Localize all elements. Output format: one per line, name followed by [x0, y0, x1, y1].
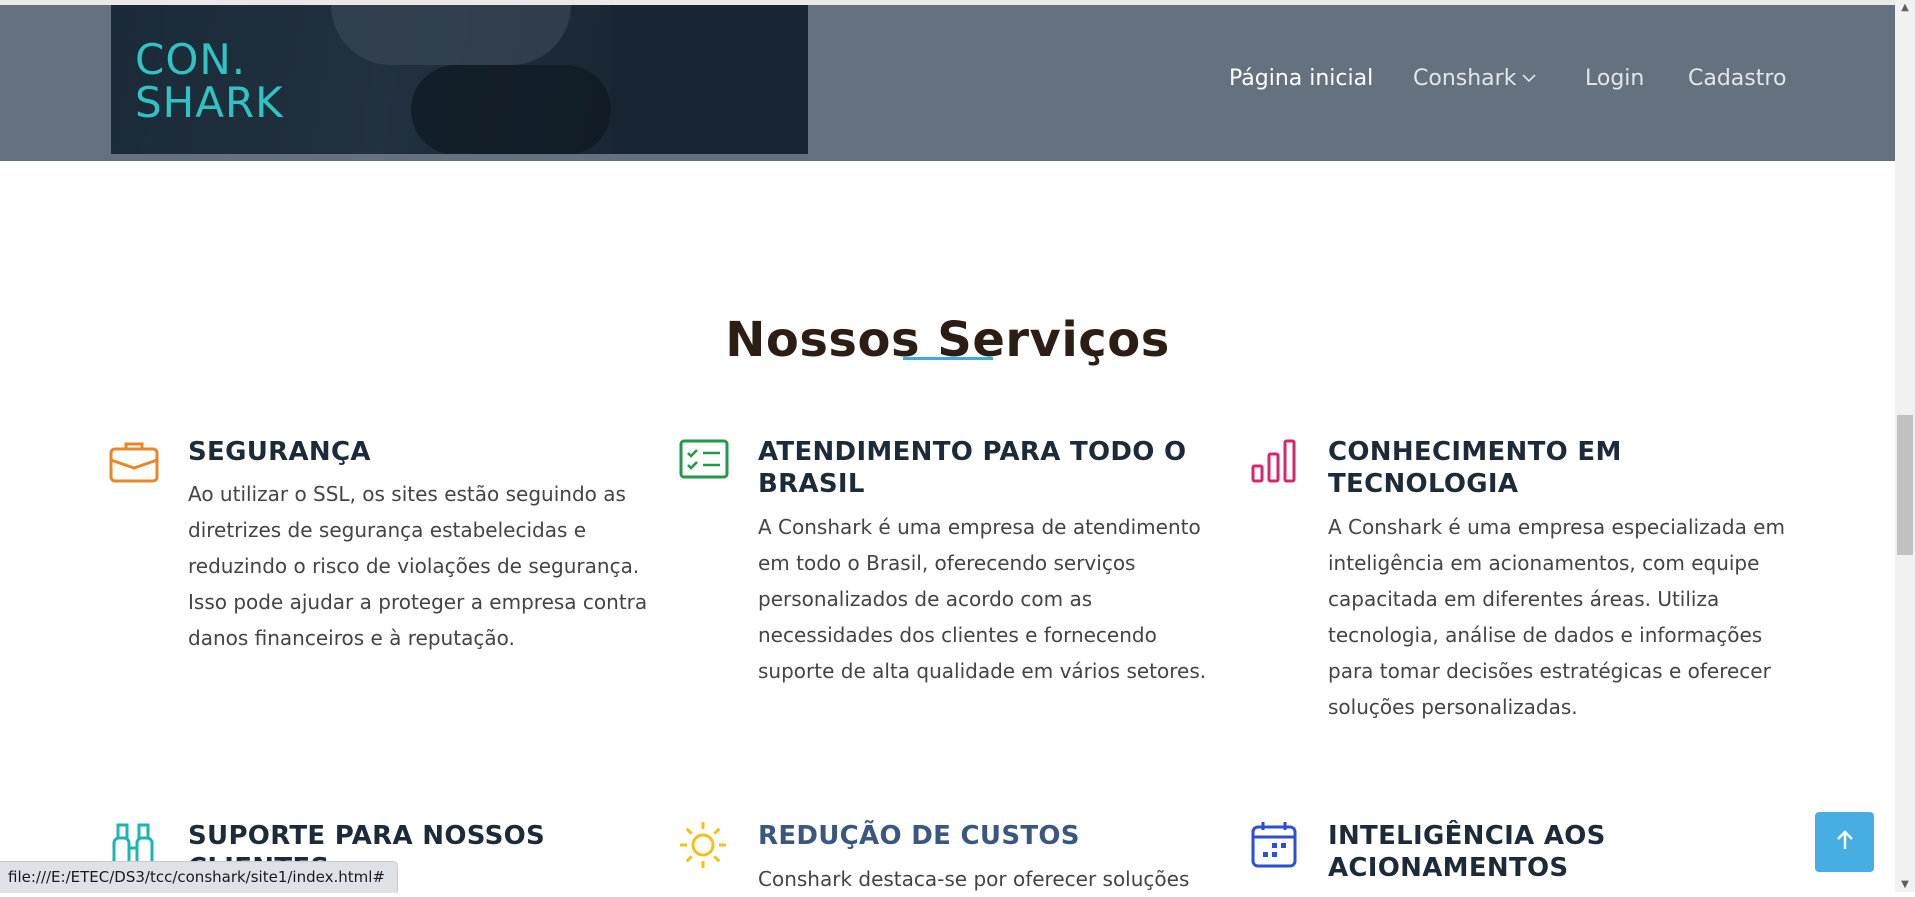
- nav-conshark[interactable]: Conshark: [1413, 66, 1537, 96]
- briefcase-icon: [108, 438, 160, 490]
- service-text-atendimento: A Conshark é uma empresa de atendimento …: [758, 509, 1206, 689]
- service-title-line: BRASIL: [758, 469, 865, 499]
- service-title-line: SUPORTE PARA NOSSOS: [188, 821, 546, 851]
- service-text-line: diretrizes de segurança estabelecidas e: [188, 518, 587, 542]
- service-title-line: TECNOLOGIA: [1328, 469, 1519, 499]
- service-title-inteligencia: INTELIGÊNCIA AOS ACIONAMENTOS: [1328, 820, 1606, 884]
- service-text-line: A Conshark é uma empresa de atendimento: [758, 515, 1201, 539]
- bar-chart-icon: [1250, 438, 1302, 490]
- service-title-conhecimento: CONHECIMENTO EM TECNOLOGIA: [1328, 436, 1622, 500]
- logo[interactable]: CON. SHARK: [135, 38, 284, 124]
- logo-line-2: SHARK: [135, 78, 284, 127]
- service-text-line: Ao utilizar o SSL, os sites estão seguin…: [188, 482, 626, 506]
- service-text-line: danos financeiros e à reputação.: [188, 626, 515, 650]
- service-text-line: inteligência em acionamentos, com equipe: [1328, 551, 1760, 575]
- nav-conshark-label: Conshark: [1413, 66, 1517, 91]
- back-to-top-button[interactable]: [1815, 812, 1874, 872]
- page-scrollbar[interactable]: ▲ ▼: [1895, 0, 1915, 892]
- service-title-line: REDUÇÃO DE CUSTOS: [758, 821, 1080, 851]
- nav-cadastro[interactable]: Cadastro: [1688, 66, 1786, 96]
- service-title-line: ATENDIMENTO PARA TODO O: [758, 437, 1187, 467]
- title-divider: [903, 357, 993, 360]
- service-text-line: capacitada em diferentes áreas. Utiliza: [1328, 587, 1720, 611]
- nav-login[interactable]: Login: [1585, 66, 1644, 96]
- service-text-line: A Conshark é uma empresa especializada e…: [1328, 515, 1785, 539]
- service-title-seguranca: SEGURANÇA: [188, 436, 371, 468]
- service-title-line: ACIONAMENTOS: [1328, 853, 1569, 883]
- service-text-line: suporte de alta qualidade em vários seto…: [758, 659, 1207, 683]
- service-title-atendimento: ATENDIMENTO PARA TODO O BRASIL: [758, 436, 1186, 500]
- service-text-line: soluções personalizadas.: [1328, 695, 1578, 719]
- scroll-down-arrow-icon[interactable]: ▼: [1895, 879, 1915, 890]
- scrollbar-thumb[interactable]: [1897, 415, 1913, 555]
- service-text-line: Isso pode ajudar a proteger a empresa co…: [188, 590, 648, 614]
- nav-home[interactable]: Página inicial: [1229, 66, 1373, 96]
- checklist-icon: [678, 438, 730, 490]
- status-bar-url: file:///E:/ETEC/DS3/tcc/conshark/site1/i…: [0, 861, 398, 893]
- chevron-down-icon: [1522, 68, 1537, 87]
- service-text-line: reduzindo o risco de violações de segura…: [188, 554, 640, 578]
- service-title-line: SEGURANÇA: [188, 437, 371, 467]
- service-text-line: necessidades dos clientes e fornecendo: [758, 623, 1157, 647]
- sun-icon: [678, 820, 730, 872]
- service-text-line: em todo o Brasil, oferecendo serviços: [758, 551, 1136, 575]
- logo-line-1: CON.: [135, 35, 247, 84]
- service-text-line: para tomar decisões estratégicas e ofere…: [1328, 659, 1771, 683]
- service-text-seguranca: Ao utilizar o SSL, os sites estão seguin…: [188, 476, 647, 656]
- service-text-line: personalizados de acordo com as: [758, 587, 1093, 611]
- scroll-up-arrow-icon[interactable]: ▲: [1895, 2, 1915, 13]
- calendar-icon: [1250, 820, 1302, 872]
- service-text-conhecimento: A Conshark é uma empresa especializada e…: [1328, 509, 1785, 725]
- arrow-up-icon: [1835, 829, 1855, 855]
- service-title-line: INTELIGÊNCIA AOS: [1328, 821, 1606, 851]
- service-title-line: CONHECIMENTO EM: [1328, 437, 1622, 467]
- service-text-line: tecnologia, análise de dados e informaçõ…: [1328, 623, 1763, 647]
- service-title-reducao: REDUÇÃO DE CUSTOS: [758, 820, 1080, 852]
